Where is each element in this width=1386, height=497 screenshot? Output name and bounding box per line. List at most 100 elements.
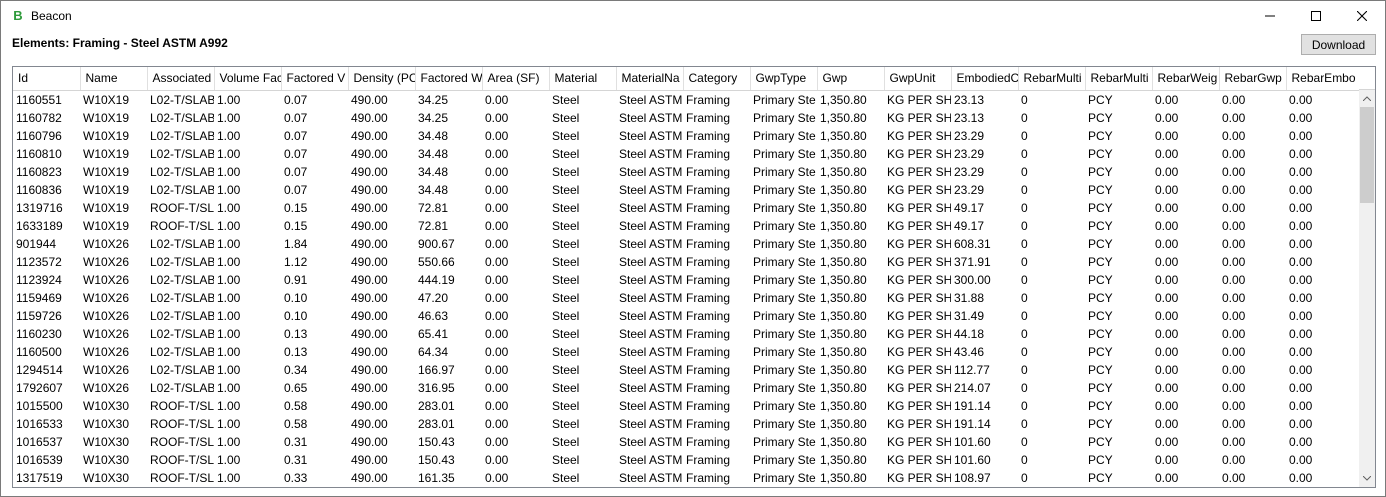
- table-cell[interactable]: 101.60: [951, 451, 1018, 469]
- table-cell[interactable]: PCY: [1085, 109, 1152, 127]
- table-cell[interactable]: 490.00: [348, 235, 415, 253]
- table-cell[interactable]: 1,350.80: [817, 415, 884, 433]
- column-header[interactable]: RebarMulti: [1018, 67, 1086, 91]
- table-row[interactable]: 1160782 W10X19 L02-T/SLAB 1.00 0.07 490.00 34.…: [13, 109, 1359, 127]
- table-cell[interactable]: 1159726: [13, 307, 80, 325]
- table-cell[interactable]: L02-T/SLAB: [147, 343, 214, 361]
- table-cell[interactable]: 0.00: [1286, 307, 1359, 325]
- table-cell[interactable]: 490.00: [348, 199, 415, 217]
- table-cell[interactable]: 0: [1018, 199, 1085, 217]
- table-cell[interactable]: 1,350.80: [817, 379, 884, 397]
- table-cell[interactable]: 1.00: [214, 199, 281, 217]
- table-cell[interactable]: PCY: [1085, 433, 1152, 451]
- table-row[interactable]: 1015500 W10X30 ROOF-T/SL/1.00 0.58 490.00 283…: [13, 397, 1359, 415]
- table-cell[interactable]: 490.00: [348, 451, 415, 469]
- table-cell[interactable]: PCY: [1085, 415, 1152, 433]
- table-cell[interactable]: 1,350.80: [817, 307, 884, 325]
- table-cell[interactable]: KG PER SHC: [884, 109, 951, 127]
- table-cell[interactable]: KG PER SHC: [884, 271, 951, 289]
- table-cell[interactable]: 65.41: [415, 325, 482, 343]
- table-cell[interactable]: 901944: [13, 235, 80, 253]
- table-cell[interactable]: Primary Ste: [750, 109, 817, 127]
- table-cell[interactable]: 34.48: [415, 163, 482, 181]
- table-cell[interactable]: L02-T/SLAB: [147, 289, 214, 307]
- table-cell[interactable]: W10X19: [80, 163, 147, 181]
- table-cell[interactable]: W10X19: [80, 199, 147, 217]
- table-cell[interactable]: Framing: [683, 415, 750, 433]
- table-cell[interactable]: 1,350.80: [817, 181, 884, 199]
- table-cell[interactable]: 1160823: [13, 163, 80, 181]
- column-header[interactable]: RebarGwp: [1219, 67, 1287, 91]
- table-cell[interactable]: 1.00: [214, 469, 281, 487]
- table-cell[interactable]: KG PER SHC: [884, 307, 951, 325]
- table-cell[interactable]: W10X19: [80, 217, 147, 235]
- table-cell[interactable]: 0.00: [1286, 145, 1359, 163]
- table-cell[interactable]: Framing: [683, 397, 750, 415]
- table-cell[interactable]: Primary Ste: [750, 415, 817, 433]
- scroll-down-button[interactable]: [1359, 470, 1375, 487]
- table-cell[interactable]: 1.00: [214, 163, 281, 181]
- table-cell[interactable]: 0: [1018, 109, 1085, 127]
- table-cell[interactable]: 23.29: [951, 145, 1018, 163]
- table-cell[interactable]: 1.00: [214, 109, 281, 127]
- column-header[interactable]: Area (SF): [482, 67, 550, 91]
- table-cell[interactable]: 72.81: [415, 199, 482, 217]
- table-cell[interactable]: L02-T/SLAB: [147, 361, 214, 379]
- table-cell[interactable]: 1015500: [13, 397, 80, 415]
- column-header[interactable]: RebarMulti: [1085, 67, 1153, 91]
- table-cell[interactable]: 0: [1018, 90, 1085, 109]
- table-cell[interactable]: W10X26: [80, 253, 147, 271]
- table-cell[interactable]: Steel: [549, 469, 616, 487]
- table-cell[interactable]: L02-T/SLAB: [147, 90, 214, 109]
- table-row[interactable]: 1294514 W10X26 L02-T/SLAB 1.00 0.34 490.00 166…: [13, 361, 1359, 379]
- table-cell[interactable]: 1.00: [214, 307, 281, 325]
- table-cell[interactable]: 0.31: [281, 433, 348, 451]
- table-cell[interactable]: 490.00: [348, 397, 415, 415]
- table-cell[interactable]: 1.00: [214, 145, 281, 163]
- table-cell[interactable]: 371.91: [951, 253, 1018, 271]
- table-cell[interactable]: 0.00: [1152, 181, 1219, 199]
- table-cell[interactable]: 34.48: [415, 145, 482, 163]
- table-cell[interactable]: 1.00: [214, 361, 281, 379]
- table-cell[interactable]: 0.33: [281, 469, 348, 487]
- column-header[interactable]: Associated: [147, 67, 215, 91]
- table-cell[interactable]: L02-T/SLAB: [147, 325, 214, 343]
- table-cell[interactable]: 0: [1018, 325, 1085, 343]
- table-cell[interactable]: 316.95: [415, 379, 482, 397]
- table-cell[interactable]: 0.00: [482, 289, 549, 307]
- table-cell[interactable]: Primary Ste: [750, 90, 817, 109]
- table-cell[interactable]: 101.60: [951, 433, 1018, 451]
- table-cell[interactable]: 34.48: [415, 127, 482, 145]
- table-cell[interactable]: ROOF-T/SL/: [147, 433, 214, 451]
- table-cell[interactable]: Steel: [549, 253, 616, 271]
- table-cell[interactable]: 0.00: [1286, 199, 1359, 217]
- table-cell[interactable]: W10X30: [80, 469, 147, 487]
- table-cell[interactable]: W10X19: [80, 127, 147, 145]
- column-header[interactable]: GwpType: [750, 67, 818, 91]
- table-row[interactable]: 1160500 W10X26 L02-T/SLAB 1.00 0.13 490.00 64.…: [13, 343, 1359, 361]
- table-cell[interactable]: 0.31: [281, 451, 348, 469]
- table-cell[interactable]: 490.00: [348, 415, 415, 433]
- table-cell[interactable]: Framing: [683, 217, 750, 235]
- table-cell[interactable]: L02-T/SLAB: [147, 379, 214, 397]
- table-cell[interactable]: 0.58: [281, 397, 348, 415]
- table-cell[interactable]: 490.00: [348, 127, 415, 145]
- table-cell[interactable]: KG PER SHC: [884, 451, 951, 469]
- table-cell[interactable]: 0.00: [1286, 289, 1359, 307]
- table-cell[interactable]: 0.00: [1219, 397, 1286, 415]
- table-cell[interactable]: 0.13: [281, 325, 348, 343]
- table-cell[interactable]: Steel: [549, 361, 616, 379]
- table-cell[interactable]: 0.00: [1219, 253, 1286, 271]
- table-cell[interactable]: 283.01: [415, 397, 482, 415]
- table-cell[interactable]: PCY: [1085, 145, 1152, 163]
- table-cell[interactable]: 1123572: [13, 253, 80, 271]
- table-cell[interactable]: Steel ASTM: [616, 415, 683, 433]
- table-cell[interactable]: 0.00: [1152, 469, 1219, 487]
- table-cell[interactable]: 1792607: [13, 379, 80, 397]
- table-row[interactable]: 1159469 W10X26 L02-T/SLAB 1.00 0.10 490.00 47.…: [13, 289, 1359, 307]
- column-header[interactable]: Name: [80, 67, 148, 91]
- table-cell[interactable]: W10X26: [80, 289, 147, 307]
- table-cell[interactable]: 0.00: [482, 90, 549, 109]
- table-cell[interactable]: Primary Ste: [750, 199, 817, 217]
- table-cell[interactable]: PCY: [1085, 469, 1152, 487]
